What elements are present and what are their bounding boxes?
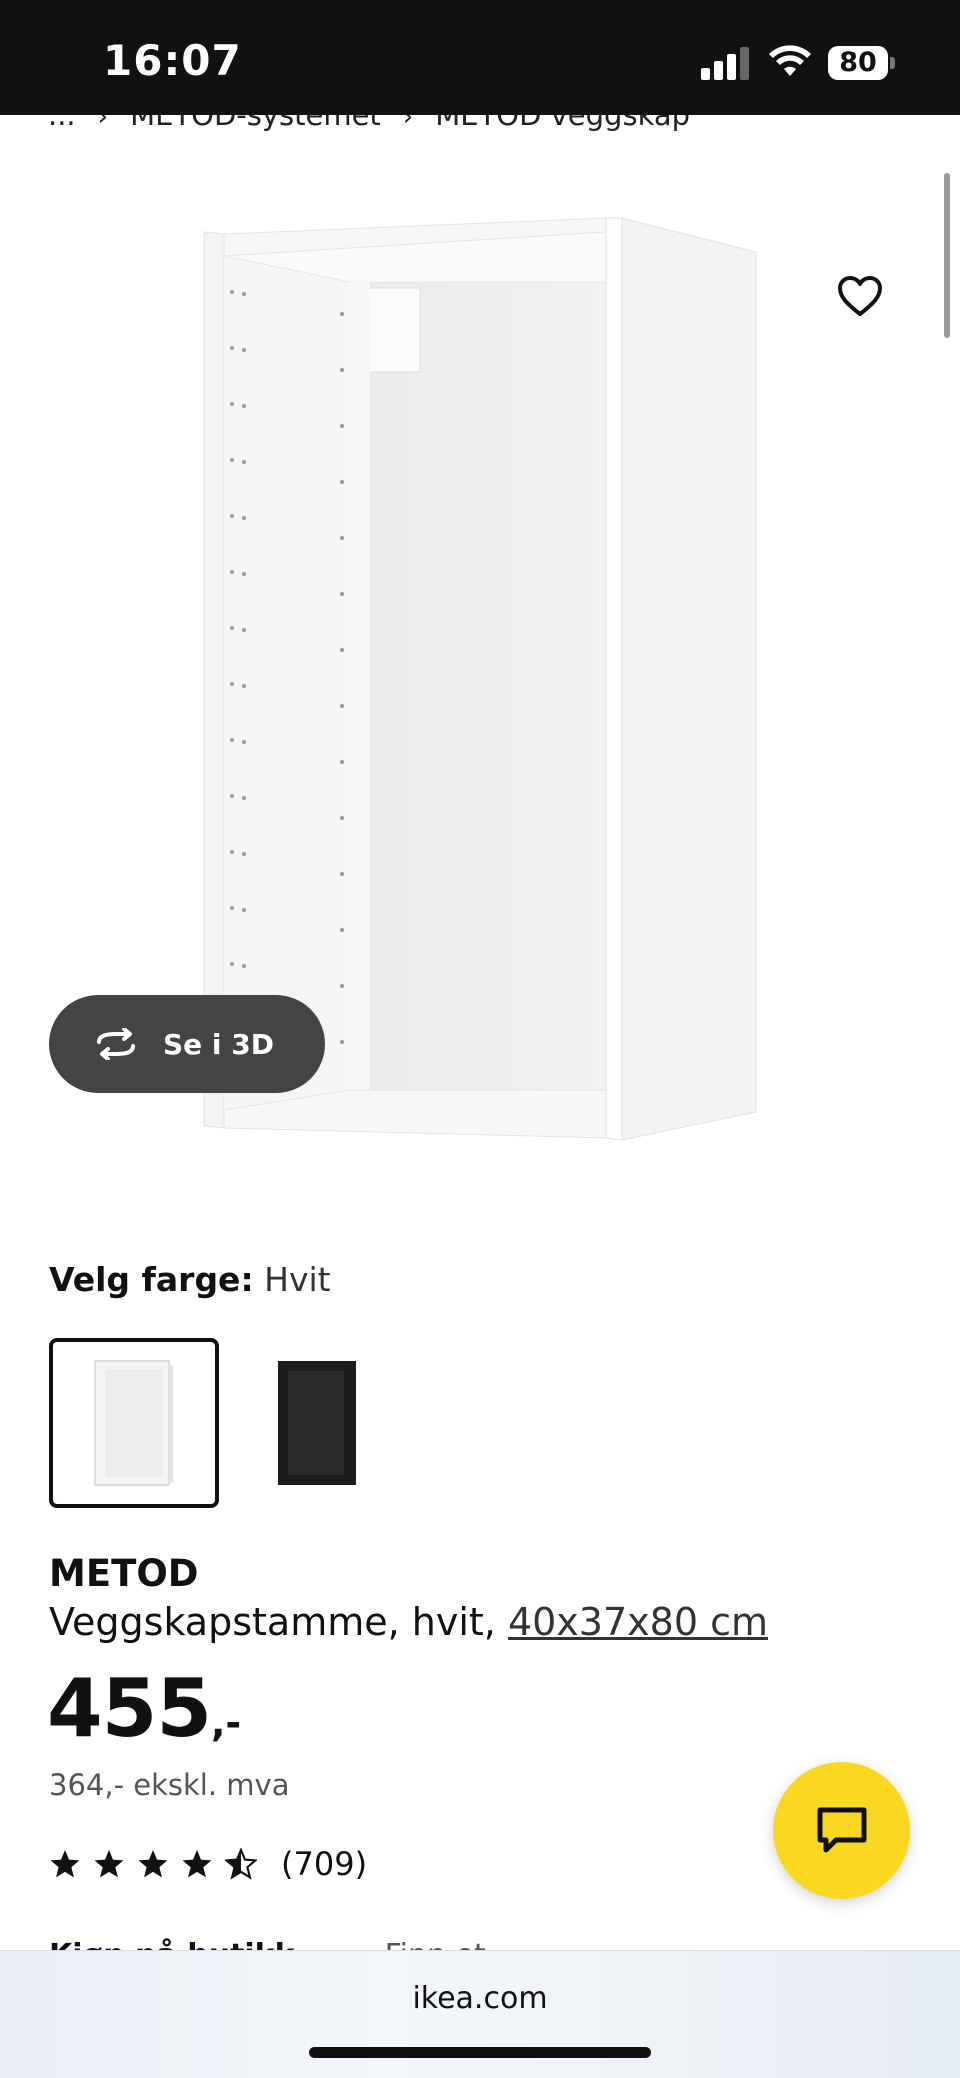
battery-icon: 80 bbox=[828, 46, 888, 80]
status-bar: 16:07 80 bbox=[0, 0, 960, 115]
star-icon bbox=[94, 1850, 124, 1878]
favorite-button[interactable] bbox=[830, 266, 890, 326]
color-swatch-white[interactable] bbox=[49, 1338, 219, 1508]
scrollbar[interactable] bbox=[944, 173, 950, 338]
color-swatch-black[interactable] bbox=[232, 1338, 402, 1508]
home-indicator[interactable] bbox=[309, 2047, 651, 2058]
price-ex-vat: 364,- ekskl. mva bbox=[49, 1768, 290, 1802]
rating-count: (709) bbox=[281, 1845, 368, 1883]
heart-outline-icon bbox=[838, 276, 882, 316]
product-description: Veggskapstamme, hvit, 40x37x80 cm bbox=[49, 1600, 768, 1644]
color-heading: Velg farge: Hvit bbox=[49, 1260, 331, 1299]
star-half-icon bbox=[225, 1848, 257, 1880]
swatch-white-image bbox=[94, 1360, 173, 1486]
star-icon bbox=[138, 1850, 168, 1878]
swatch-black-image bbox=[278, 1361, 356, 1485]
view-3d-label: Se i 3D bbox=[163, 1027, 274, 1061]
battery-tip bbox=[890, 57, 895, 69]
url-text[interactable]: ikea.com bbox=[0, 1981, 960, 2016]
chat-bubble-icon bbox=[817, 1807, 866, 1852]
price-suffix: ,- bbox=[211, 1701, 242, 1745]
rating[interactable]: (709) bbox=[49, 1845, 367, 1883]
rotate-3d-icon bbox=[97, 1028, 135, 1060]
product-dimensions-link[interactable]: 40x37x80 cm bbox=[508, 1600, 768, 1644]
price-value: 455 bbox=[47, 1662, 212, 1755]
status-time: 16:07 bbox=[103, 36, 242, 85]
browser-url-bar[interactable]: ikea.com bbox=[0, 1950, 960, 2078]
product-description-text: Veggskapstamme, hvit, bbox=[49, 1600, 508, 1644]
product-price: 455,- bbox=[47, 1662, 241, 1755]
color-heading-label: Velg farge: bbox=[49, 1260, 254, 1299]
color-heading-value: Hvit bbox=[264, 1260, 331, 1299]
star-icon bbox=[50, 1850, 80, 1878]
star-icon bbox=[182, 1850, 212, 1878]
product-name: METOD bbox=[49, 1552, 199, 1595]
wifi-icon bbox=[769, 45, 811, 76]
signal-icon bbox=[701, 46, 751, 80]
view-3d-button[interactable]: Se i 3D bbox=[49, 995, 325, 1093]
chat-button[interactable] bbox=[773, 1762, 910, 1899]
